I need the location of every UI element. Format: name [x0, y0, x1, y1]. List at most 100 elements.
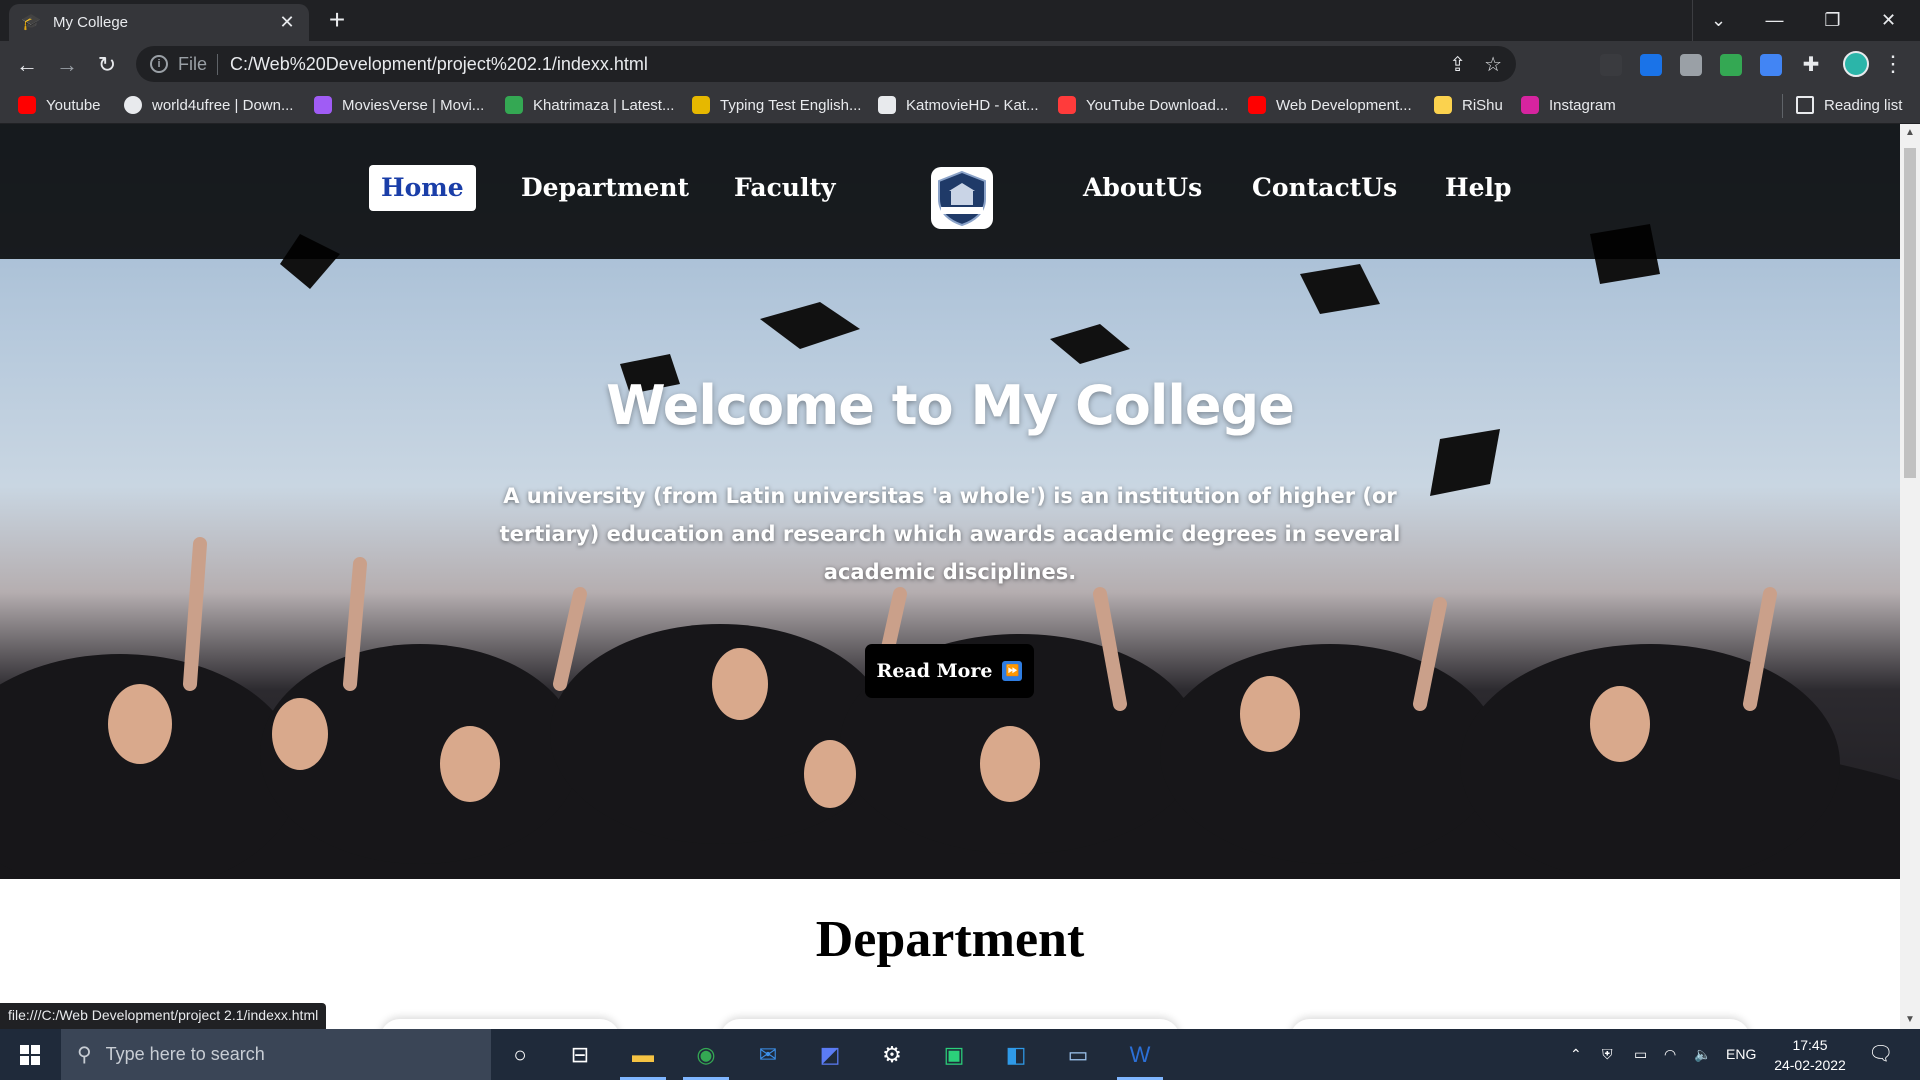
browser-tabstrip: 🎓 My College ✕ + ⌄ — ❐ ✕ [0, 0, 1920, 41]
bookmark-item[interactable]: Khatrimaza | Latest... [505, 96, 674, 114]
battery-icon[interactable]: ▭ [1634, 1029, 1647, 1080]
file-explorer-icon[interactable]: ▬ [625, 1037, 661, 1073]
bookmark-item[interactable]: RiShu [1434, 96, 1503, 114]
typing-test-icon [692, 96, 710, 114]
info-icon[interactable]: i [150, 55, 168, 73]
taskbar-search[interactable]: ⚲ Type here to search [61, 1029, 491, 1080]
forward-button[interactable]: → [50, 48, 84, 82]
cortana-icon[interactable]: ○ [502, 1037, 538, 1073]
instagram-icon [1521, 96, 1539, 114]
university-shield-icon [938, 170, 986, 227]
show-hidden-icons-icon[interactable]: ⌃ [1570, 1029, 1582, 1080]
folder-icon [1434, 96, 1452, 114]
moviesverse-icon [314, 96, 332, 114]
mail-icon[interactable]: ✉ [750, 1037, 786, 1073]
youtube-icon [18, 96, 36, 114]
bookmark-item[interactable]: KatmovieHD - Kat... [878, 96, 1039, 114]
hero-title: Welcome to My College [606, 374, 1295, 437]
bookmark-label: RiShu [1462, 96, 1503, 114]
security-shield-icon[interactable]: ⛨ [1602, 1029, 1613, 1080]
extension-arrow-icon[interactable] [1600, 54, 1622, 76]
extension-square-icon[interactable] [1680, 54, 1702, 76]
close-window-button[interactable]: ✕ [1866, 0, 1911, 41]
extension-badge-icon[interactable] [1640, 54, 1662, 76]
pycharm-icon[interactable]: ▣ [936, 1037, 972, 1073]
nav-aboutus[interactable]: AboutUs [1083, 165, 1202, 211]
bookmark-item[interactable]: MoviesVerse | Movi... [314, 96, 484, 114]
close-tab-icon[interactable]: ✕ [277, 12, 297, 33]
nav-home[interactable]: Home [369, 165, 476, 211]
volume-icon[interactable]: 🔈 [1694, 1029, 1711, 1080]
bookmark-label: Web Development... [1276, 96, 1412, 114]
share-icon[interactable]: ⇪ [1449, 52, 1466, 77]
extensions-puzzle-icon[interactable]: ✚ [1800, 54, 1822, 76]
bookmark-label: Instagram [1549, 96, 1616, 114]
bookmark-item[interactable]: Youtube [18, 96, 101, 114]
read-more-button[interactable]: Read More ⏩ [865, 644, 1034, 698]
scroll-down-arrow-icon[interactable]: ▼ [1900, 1011, 1920, 1029]
scroll-up-arrow-icon[interactable]: ▲ [1900, 124, 1920, 142]
department-card [1290, 1019, 1750, 1029]
nav-department[interactable]: Department [521, 165, 689, 211]
katmoviehd-icon [878, 96, 896, 114]
task-view-icon[interactable]: ⊟ [562, 1037, 598, 1073]
khatrimaza-icon [505, 96, 523, 114]
windows-logo-icon [20, 1045, 40, 1065]
language-indicator[interactable]: ENG [1726, 1029, 1756, 1080]
browser-tab[interactable]: 🎓 My College ✕ [9, 4, 309, 41]
back-button[interactable]: ← [10, 48, 44, 82]
translate-icon[interactable] [1760, 54, 1782, 76]
scroll-thumb[interactable] [1904, 148, 1916, 478]
minimize-button[interactable]: — [1752, 0, 1797, 41]
vscode-icon[interactable]: ◧ [998, 1037, 1034, 1073]
globe-icon [124, 96, 142, 114]
search-icon: ⚲ [77, 1044, 92, 1066]
bookmark-item[interactable]: Web Development... [1248, 96, 1412, 114]
read-more-label: Read More [876, 660, 993, 682]
tab-search-icon[interactable]: ⌄ [1696, 0, 1741, 41]
bookmark-star-icon[interactable]: ☆ [1484, 52, 1502, 77]
divider [1782, 94, 1783, 118]
bookmark-item[interactable]: YouTube Download... [1058, 96, 1228, 114]
chrome-icon[interactable]: ◉ [688, 1037, 724, 1073]
reading-list-button[interactable]: Reading list [1796, 96, 1902, 114]
department-section-title: Department [815, 911, 1085, 968]
menu-kebab-icon[interactable]: ⋮ [1882, 51, 1904, 77]
address-bar[interactable]: i File C:/Web%20Development/project%202.… [136, 46, 1516, 82]
word-icon[interactable]: W [1122, 1037, 1158, 1073]
reading-list-label: Reading list [1824, 96, 1903, 114]
graduation-cap-icon: 🎓 [21, 13, 41, 31]
settings-gear-icon[interactable]: ⚙ [874, 1037, 910, 1073]
bookmark-item[interactable]: Typing Test English... [692, 96, 861, 114]
monitor-app-icon[interactable]: ▭ [1060, 1037, 1096, 1073]
bookmark-item[interactable]: world4ufree | Down... [124, 96, 293, 114]
page-scrollbar[interactable]: ▲ ▼ [1900, 124, 1920, 1029]
nav-contactus[interactable]: ContactUs [1252, 165, 1397, 211]
department-card [380, 1019, 620, 1029]
bookmark-label: Typing Test English... [720, 96, 862, 114]
notifications-icon[interactable]: 🗨 [1868, 1029, 1893, 1080]
start-button[interactable] [0, 1029, 60, 1080]
address-url[interactable]: C:/Web%20Development/project%202.1/index… [230, 54, 648, 75]
bookmarks-bar: Youtube world4ufree | Down... MoviesVers… [0, 88, 1920, 124]
nav-faculty[interactable]: Faculty [734, 165, 836, 211]
extension-eye-icon[interactable] [1720, 54, 1742, 76]
wifi-icon[interactable]: ◠ [1664, 1029, 1676, 1080]
search-placeholder: Type here to search [105, 1044, 265, 1064]
restore-button[interactable]: ❐ [1810, 0, 1855, 41]
clock-date: 24-02-2022 [1774, 1057, 1846, 1073]
bookmark-label: KatmovieHD - Kat... [906, 96, 1039, 114]
address-scheme: File [178, 53, 219, 75]
bookmark-label: YouTube Download... [1086, 96, 1229, 114]
bookmark-item[interactable]: Instagram [1521, 96, 1616, 114]
hero-description: A university (from Latin universitas 'a … [499, 484, 1401, 584]
reload-button[interactable]: ↻ [90, 48, 124, 82]
app-icon[interactable]: ◩ [812, 1037, 848, 1073]
windows-taskbar: ⚲ Type here to search ○ ⊟ ▬ ◉ ✉ ◩ ⚙ ▣ ◧ … [0, 1029, 1920, 1080]
nav-help[interactable]: Help [1445, 165, 1512, 211]
download-icon [1058, 96, 1076, 114]
taskbar-clock[interactable]: 17:45 24-02-2022 [1760, 1035, 1860, 1075]
profile-avatar[interactable] [1843, 51, 1869, 77]
new-tab-button[interactable]: + [322, 6, 352, 35]
university-logo[interactable] [931, 167, 993, 229]
